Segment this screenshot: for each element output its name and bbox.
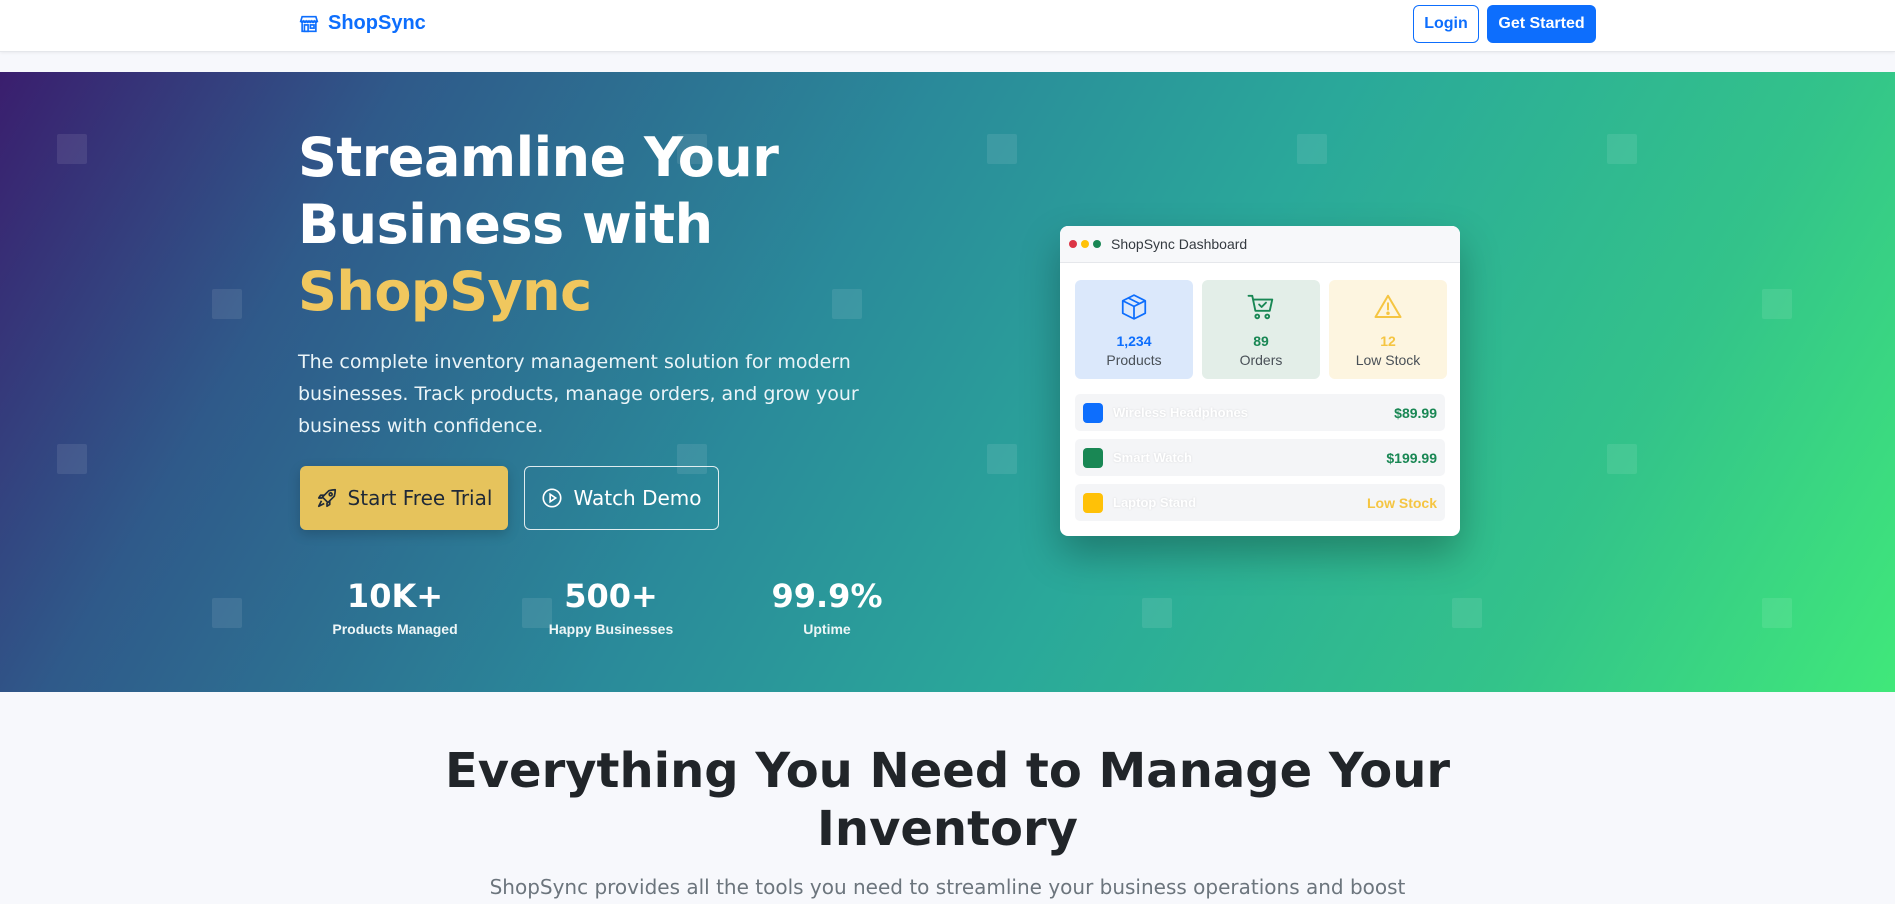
box-icon bbox=[1121, 294, 1147, 320]
product-swatch bbox=[1083, 402, 1103, 423]
start-free-trial-label: Start Free Trial bbox=[347, 486, 493, 510]
tile-value: 1,234 bbox=[1116, 333, 1152, 349]
product-name: Wireless Headphones bbox=[1113, 405, 1248, 420]
product-price: $89.99 bbox=[1394, 404, 1437, 421]
tile-value: 89 bbox=[1253, 333, 1269, 349]
decor-square bbox=[212, 289, 242, 319]
window-dot-yellow bbox=[1081, 240, 1089, 248]
login-button[interactable]: Login bbox=[1413, 5, 1479, 43]
features-subtitle: ShopSync provides all the tools you need… bbox=[489, 875, 1406, 899]
tile-low-stock: 12 Low Stock bbox=[1329, 280, 1447, 379]
watch-demo-button[interactable]: Watch Demo bbox=[524, 466, 719, 530]
decor-square bbox=[1607, 444, 1637, 474]
get-started-button[interactable]: Get Started bbox=[1487, 5, 1596, 43]
dashboard-tiles: 1,234 Products 89 Orders 12 Low Stock bbox=[1075, 280, 1447, 379]
start-free-trial-button[interactable]: Start Free Trial bbox=[300, 466, 508, 530]
decor-square bbox=[212, 598, 242, 628]
features-title-line: Everything You Need to Manage Your bbox=[444, 743, 1451, 799]
stat-value: 10K+ bbox=[346, 577, 444, 615]
decor-square bbox=[57, 444, 87, 474]
tile-orders: 89 Orders bbox=[1202, 280, 1320, 379]
stat-value: 500+ bbox=[564, 577, 658, 615]
dashboard-title: ShopSync Dashboard bbox=[1111, 236, 1248, 252]
hero-title: Streamline Your Business with ShopSync bbox=[298, 124, 898, 325]
brand-name: ShopSync bbox=[328, 12, 426, 34]
hero-title-line: Business with bbox=[298, 193, 713, 256]
stat-label: Happy Businesses bbox=[548, 621, 674, 637]
window-dot-green bbox=[1093, 240, 1101, 248]
tile-label: Orders bbox=[1239, 352, 1283, 368]
decor-square bbox=[57, 134, 87, 164]
tile-label: Low Stock bbox=[1355, 352, 1421, 368]
stat-happy-businesses: 500+ Happy Businesses bbox=[531, 577, 691, 637]
hero-title-accent: ShopSync bbox=[298, 260, 592, 323]
hero-subtitle: The complete inventory management soluti… bbox=[298, 351, 859, 437]
product-name: Smart Watch bbox=[1113, 450, 1192, 465]
decor-square bbox=[1142, 598, 1172, 628]
product-price: $199.99 bbox=[1386, 449, 1437, 466]
window-dot-red bbox=[1069, 240, 1077, 248]
shop-icon bbox=[299, 15, 319, 32]
cart-check-icon bbox=[1247, 294, 1274, 320]
warning-icon bbox=[1374, 294, 1402, 318]
product-swatch bbox=[1083, 492, 1103, 513]
stat-uptime: 99.9% Uptime bbox=[747, 577, 907, 637]
decor-square bbox=[1297, 134, 1327, 164]
decor-square bbox=[1452, 598, 1482, 628]
stat-products-managed: 10K+ Products Managed bbox=[315, 577, 475, 637]
dashboard-titlebar: ShopSync Dashboard bbox=[1060, 226, 1460, 263]
play-circle-icon bbox=[542, 488, 563, 508]
stat-label: Products Managed bbox=[332, 621, 458, 637]
decor-square bbox=[1762, 598, 1792, 628]
top-navbar: ShopSync Login Get Started bbox=[0, 0, 1895, 52]
stat-label: Uptime bbox=[803, 621, 851, 637]
product-list: Wireless Headphones $89.99 Smart Watch $… bbox=[1075, 394, 1445, 529]
decor-square bbox=[1607, 134, 1637, 164]
watch-demo-label: Watch Demo bbox=[573, 486, 702, 510]
decor-square bbox=[987, 134, 1017, 164]
features-title-line: Inventory bbox=[817, 801, 1078, 857]
tile-label: Products bbox=[1106, 352, 1162, 368]
dashboard-preview: ShopSync Dashboard 1,234 Products 89 Ord… bbox=[1060, 226, 1460, 536]
product-swatch bbox=[1083, 447, 1103, 468]
product-status-badge: Low Stock bbox=[1366, 494, 1437, 511]
decor-square bbox=[1762, 289, 1792, 319]
hero-title-line: Streamline Your bbox=[298, 126, 779, 189]
hero-section: Streamline Your Business with ShopSync T… bbox=[0, 72, 1895, 692]
tile-products: 1,234 Products bbox=[1075, 280, 1193, 379]
brand-logo[interactable]: ShopSync bbox=[298, 12, 426, 35]
tile-value: 12 bbox=[1380, 333, 1396, 349]
product-row: Laptop Stand Low Stock bbox=[1075, 484, 1445, 521]
stat-value: 99.9% bbox=[771, 577, 883, 615]
product-name: Laptop Stand bbox=[1113, 495, 1197, 510]
decor-square bbox=[987, 444, 1017, 474]
features-title: Everything You Need to Manage Your Inven… bbox=[0, 742, 1895, 858]
product-row: Smart Watch $199.99 bbox=[1075, 439, 1445, 476]
product-row: Wireless Headphones $89.99 bbox=[1075, 394, 1445, 431]
rocket-icon bbox=[317, 488, 336, 508]
